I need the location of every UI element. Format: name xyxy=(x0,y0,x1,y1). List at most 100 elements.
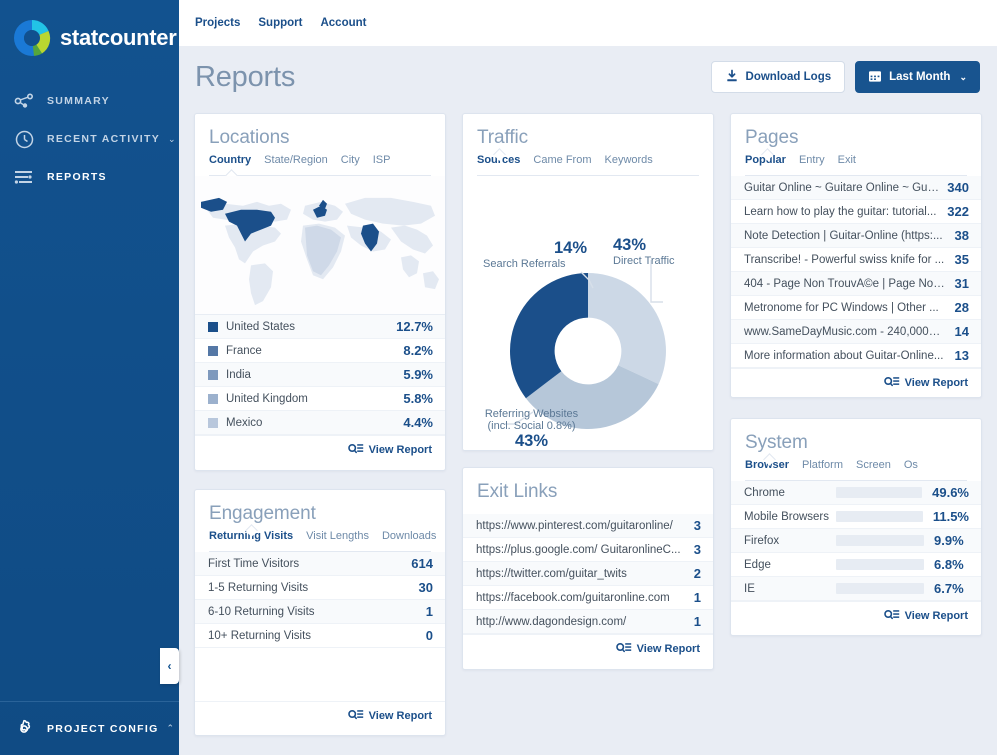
table-row[interactable]: Mobile Browsers 11.5% xyxy=(731,505,981,529)
table-row[interactable]: https://twitter.com/guitar_twits 2 xyxy=(463,562,713,586)
row-value: 322 xyxy=(947,204,969,219)
table-row[interactable]: 10+ Returning Visits 0 xyxy=(195,624,445,648)
locations-card: Locations Country State/Region City ISP xyxy=(194,113,446,471)
view-report-button[interactable]: View Report xyxy=(883,608,968,623)
date-range-button[interactable]: Last Month ⌄ xyxy=(855,61,980,93)
table-row[interactable]: 404 - Page Non TrouvÃ©e | Page Not ... 3… xyxy=(731,272,981,296)
card-title: System xyxy=(745,432,808,453)
table-row[interactable]: Transcribe! - Powerful swiss knife for .… xyxy=(731,248,981,272)
table-row[interactable]: 6-10 Returning Visits 1 xyxy=(195,600,445,624)
tab-entry[interactable]: Entry xyxy=(799,154,825,175)
tab-city[interactable]: City xyxy=(341,154,360,175)
locations-card-head: Locations Country State/Region City ISP xyxy=(195,114,445,182)
view-report-button[interactable]: View Report xyxy=(347,442,432,457)
table-row[interactable]: 1-5 Returning Visits 30 xyxy=(195,576,445,600)
donut-logo-icon xyxy=(10,16,54,60)
row-value: 49.6% xyxy=(932,485,969,500)
table-row[interactable]: Metronome for PC Windows | Other ... 28 xyxy=(731,296,981,320)
tab-platform[interactable]: Platform xyxy=(802,459,843,480)
table-row[interactable]: IE 6.7% xyxy=(731,577,981,601)
row-label: First Time Visitors xyxy=(208,557,300,570)
pages-tabs: Popular Entry Exit xyxy=(745,148,967,176)
brand-logo[interactable]: statcounter xyxy=(0,0,179,62)
row-label: Firefox xyxy=(744,534,780,547)
table-row[interactable]: France 8.2% xyxy=(195,339,445,363)
download-icon xyxy=(725,69,739,86)
view-report-button[interactable]: View Report xyxy=(883,375,968,390)
topnav-link-projects[interactable]: Projects xyxy=(195,17,240,29)
tab-keywords[interactable]: Keywords xyxy=(604,154,652,175)
table-row[interactable]: Edge 6.8% xyxy=(731,553,981,577)
row-label: France xyxy=(226,344,262,357)
tab-visit-lengths[interactable]: Visit Lengths xyxy=(306,530,369,551)
row-value: 1 xyxy=(693,614,701,629)
view-report-label: View Report xyxy=(904,609,968,622)
table-row[interactable]: Firefox 9.9% xyxy=(731,529,981,553)
sidebar-item-label: RECENT ACTIVITY xyxy=(47,133,161,145)
table-row[interactable]: First Time Visitors 614 xyxy=(195,552,445,576)
table-row[interactable]: India 5.9% xyxy=(195,363,445,387)
table-row[interactable]: Note Detection | Guitar-Online (https:..… xyxy=(731,224,981,248)
dashboard-root: statcounter SUMMARY RECENT ACTIVITY ⌄ RE… xyxy=(0,0,997,755)
gear-icon xyxy=(11,718,37,740)
tab-came-from[interactable]: Came From xyxy=(533,154,591,175)
table-row[interactable]: www.SameDayMusic.com - 240,000+ it... 14 xyxy=(731,320,981,344)
row-label: Chrome xyxy=(744,486,785,499)
chevron-up-icon[interactable]: ⌃ xyxy=(167,723,175,734)
view-report-label: View Report xyxy=(904,376,968,389)
row-label: Learn how to play the guitar: tutorial..… xyxy=(744,205,937,218)
sidebar-item-reports[interactable]: REPORTS xyxy=(0,158,179,196)
row-value: 5.9% xyxy=(403,367,433,382)
row-value: 14 xyxy=(954,324,969,339)
table-row[interactable]: United States 12.7% xyxy=(195,315,445,339)
table-row[interactable]: https://www.pinterest.com/guitaronline/ … xyxy=(463,514,713,538)
engagement-card: Engagement Returning Visits Visit Length… xyxy=(194,489,446,736)
table-row[interactable]: Mexico 4.4% xyxy=(195,411,445,435)
topnav-link-support[interactable]: Support xyxy=(258,17,302,29)
pages-card: Pages Popular Entry Exit Guitar Online ~… xyxy=(730,113,982,398)
sidebar-item-summary[interactable]: SUMMARY xyxy=(0,82,179,120)
table-row[interactable]: More information about Guitar-Online... … xyxy=(731,344,981,368)
row-value: 13 xyxy=(954,348,969,363)
tab-downloads[interactable]: Downloads xyxy=(382,530,436,551)
row-value: 6.8% xyxy=(934,557,964,572)
row-value: 340 xyxy=(947,180,969,195)
row-label: http://www.dagondesign.com/ xyxy=(476,615,627,628)
tab-screen[interactable]: Screen xyxy=(856,459,891,480)
card-title: Exit Links xyxy=(477,481,558,502)
date-range-label: Last Month xyxy=(889,71,951,83)
table-row[interactable]: United Kingdom 5.8% xyxy=(195,387,445,411)
sidebar-item-project-config[interactable]: PROJECT CONFIG ⌃ xyxy=(0,701,179,755)
row-label: Edge xyxy=(744,558,771,571)
row-value: 30 xyxy=(418,580,433,595)
traffic-donut-chart[interactable]: 14% Search Referrals 43% Direct Traffic … xyxy=(463,176,713,450)
search-referrals-callout: 14% Search Referrals xyxy=(483,239,603,270)
tab-exit[interactable]: Exit xyxy=(838,154,856,175)
tab-state-region[interactable]: State/Region xyxy=(264,154,328,175)
table-row[interactable]: Learn how to play the guitar: tutorial..… xyxy=(731,200,981,224)
system-card-footer: View Report xyxy=(731,601,981,629)
view-report-button[interactable]: View Report xyxy=(615,641,700,656)
topnav-link-account[interactable]: Account xyxy=(320,17,366,29)
chevron-down-icon[interactable]: ⌄ xyxy=(168,134,176,145)
view-report-button[interactable]: View Report xyxy=(347,708,432,723)
sidebar-item-label: REPORTS xyxy=(47,171,107,183)
table-row[interactable]: http://www.dagondesign.com/ 1 xyxy=(463,610,713,634)
tab-os[interactable]: Os xyxy=(904,459,918,480)
download-logs-button[interactable]: Download Logs xyxy=(710,61,846,93)
sidebar-collapse-button[interactable]: ‹ xyxy=(160,648,179,684)
row-label: United Kingdom xyxy=(226,392,308,405)
table-row[interactable]: https://facebook.com/guitaronline.com 1 xyxy=(463,586,713,610)
view-report-label: View Report xyxy=(636,642,700,655)
table-row[interactable]: Guitar Online ~ Guitare Online ~ Guit...… xyxy=(731,176,981,200)
row-label: Mexico xyxy=(226,416,263,429)
table-row[interactable]: Chrome 49.6% xyxy=(731,481,981,505)
sidebar-item-recent-activity[interactable]: RECENT ACTIVITY ⌄ xyxy=(0,120,179,158)
tab-isp[interactable]: ISP xyxy=(373,154,391,175)
row-value: 35 xyxy=(954,252,969,267)
exit-links-card: Exit Links https://www.pinterest.com/gui… xyxy=(462,467,714,670)
row-label: https://plus.google.com/ GuitaronlineC..… xyxy=(476,543,681,556)
table-row[interactable]: https://plus.google.com/ GuitaronlineC..… xyxy=(463,538,713,562)
world-map-svg xyxy=(201,197,439,306)
world-map[interactable] xyxy=(195,176,445,315)
